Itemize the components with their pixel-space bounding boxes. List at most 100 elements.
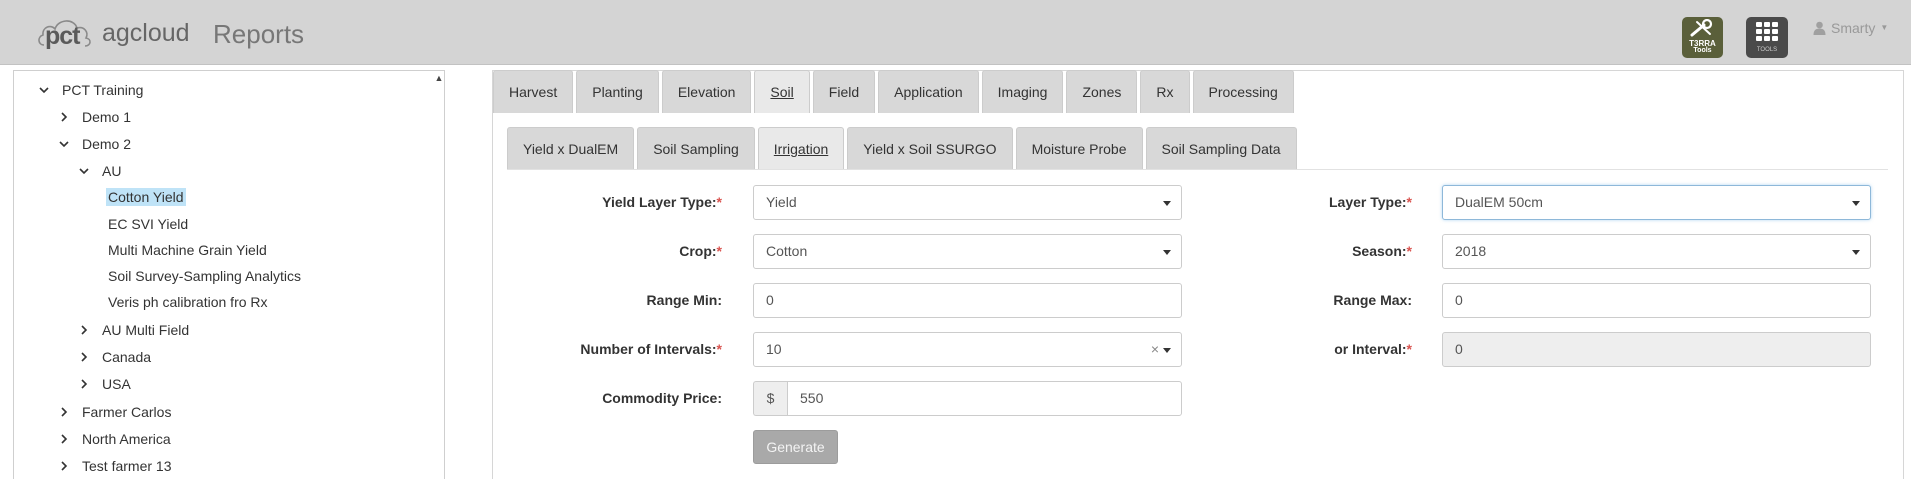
tab-imaging[interactable]: Imaging <box>981 70 1064 113</box>
tree-node-au-multi-field[interactable]: AU Multi Field <box>78 321 189 339</box>
tree-node-pct-training[interactable]: PCT Training <box>38 81 143 99</box>
commodity-price-input[interactable]: 550 <box>787 381 1182 416</box>
label-text: Range Min: <box>646 292 722 308</box>
soil-report-tabs: Yield x DualEM Soil Sampling Irrigation … <box>507 127 1300 170</box>
generate-button[interactable]: Generate <box>753 430 838 464</box>
select-value: 10 <box>766 341 782 357</box>
tab-moisture-probe[interactable]: Moisture Probe <box>1015 127 1143 170</box>
range-max-label: Range Max: <box>1333 291 1412 309</box>
tools-grid-button[interactable]: TOOLS <box>1746 17 1788 58</box>
logo-pct-text: pct <box>45 22 80 50</box>
report-category-tabs: Harvest Planting Elevation Soil Field Ap… <box>493 70 1297 113</box>
select-value: Yield <box>766 194 797 210</box>
select-value: 2018 <box>1455 243 1487 259</box>
tree-leaf-multi-machine-grain-yield[interactable]: Multi Machine Grain Yield <box>108 241 267 259</box>
required-marker: * <box>1406 243 1412 259</box>
layer-type-select[interactable]: DualEM 50cm <box>1442 185 1871 220</box>
range-max-input[interactable]: 0 <box>1442 283 1871 318</box>
tree-node-north-america[interactable]: North America <box>58 430 171 448</box>
tab-soil-sampling[interactable]: Soil Sampling <box>637 127 755 170</box>
tree-node-label: USA <box>102 376 131 392</box>
tab-harvest[interactable]: Harvest <box>493 70 574 113</box>
season-label: Season:* <box>1352 242 1412 260</box>
tab-zones[interactable]: Zones <box>1066 70 1138 113</box>
chevron-right-icon <box>81 352 88 362</box>
tab-yield-x-soil-ssurgo[interactable]: Yield x Soil SSURGO <box>847 127 1013 170</box>
label-text: Range Max: <box>1333 292 1412 308</box>
tab-yield-x-dualem[interactable]: Yield x DualEM <box>507 127 635 170</box>
tab-irrigation[interactable]: Irrigation <box>757 127 845 170</box>
crop-label: Crop:* <box>679 242 722 260</box>
tree-node-demo-2[interactable]: Demo 2 <box>58 135 131 153</box>
caret-down-icon <box>1163 250 1171 255</box>
range-min-input[interactable]: 0 <box>753 283 1182 318</box>
brand-logo[interactable]: pct agcloud <box>36 15 190 51</box>
tab-elevation[interactable]: Elevation <box>661 70 752 113</box>
user-menu[interactable]: Smarty ▼ <box>1813 20 1888 36</box>
tree-node-label: PCT Training <box>62 82 144 98</box>
terra-tools-button[interactable]: T3RRA Tools <box>1682 17 1723 58</box>
required-marker: * <box>1406 194 1412 210</box>
tree-node-label: AU <box>102 163 122 179</box>
layer-type-label: Layer Type:* <box>1329 193 1412 211</box>
tree-node-label: Demo 2 <box>82 136 132 152</box>
logo-agcloud-text: agcloud <box>102 19 190 47</box>
label-text: Yield Layer Type: <box>602 194 717 210</box>
required-marker: * <box>716 194 722 210</box>
tab-soil-sampling-data[interactable]: Soil Sampling Data <box>1145 127 1297 170</box>
caret-down-icon <box>1163 201 1171 206</box>
currency-addon: $ <box>753 381 787 416</box>
clear-icon[interactable]: × <box>1151 333 1159 366</box>
number-of-intervals-select[interactable]: 10 × <box>753 332 1182 367</box>
user-name: Smarty <box>1831 20 1876 36</box>
tab-divider <box>507 169 1888 170</box>
label-text: Season: <box>1352 243 1407 259</box>
required-marker: * <box>716 341 722 357</box>
grid-icon <box>1756 22 1778 42</box>
tree-node-demo-1[interactable]: Demo 1 <box>58 108 131 126</box>
tab-processing[interactable]: Processing <box>1192 70 1294 113</box>
tree-node-label: Demo 1 <box>82 109 132 125</box>
chevron-down-icon <box>79 168 89 175</box>
chevron-right-icon <box>81 379 88 389</box>
page-title: Reports <box>213 19 305 49</box>
caret-down-icon: ▼ <box>1880 23 1889 32</box>
tree-leaf-cotton-yield[interactable]: Cotton Yield <box>106 188 186 206</box>
season-select[interactable]: 2018 <box>1442 234 1871 269</box>
tree-node-usa[interactable]: USA <box>78 375 131 393</box>
tab-soil[interactable]: Soil <box>754 70 810 113</box>
tree-node-canada[interactable]: Canada <box>78 348 151 366</box>
tree-leaf-ec-svi-yield[interactable]: EC SVI Yield <box>108 215 188 233</box>
tools-label: TOOLS <box>1756 47 1778 53</box>
chevron-right-icon <box>61 112 68 122</box>
yield-layer-type-select[interactable]: Yield <box>753 185 1182 220</box>
tree-leaf-soil-survey-sampling-analytics[interactable]: Soil Survey-Sampling Analytics <box>108 267 301 285</box>
commodity-price-label: Commodity Price: <box>602 389 722 407</box>
tab-planting[interactable]: Planting <box>576 70 659 113</box>
tree-node-farmer-carlos[interactable]: Farmer Carlos <box>58 403 171 421</box>
wrench-icon <box>1690 19 1713 37</box>
tree-node-au[interactable]: AU <box>78 162 121 180</box>
label-text: Number of Intervals: <box>580 341 717 357</box>
terra-tools-label-2: Tools <box>1693 47 1712 54</box>
chevron-right-icon <box>61 461 68 471</box>
scroll-up-arrow-icon[interactable]: ▲ <box>433 70 445 86</box>
chevron-right-icon <box>61 434 68 444</box>
label-text: Crop: <box>679 243 717 259</box>
tree-leaf-veris-ph-calibration[interactable]: Veris ph calibration fro Rx <box>108 293 268 311</box>
crop-select[interactable]: Cotton <box>753 234 1182 269</box>
label-text: or Interval: <box>1334 341 1407 357</box>
select-value: DualEM 50cm <box>1455 194 1543 210</box>
tab-application[interactable]: Application <box>878 70 979 113</box>
range-min-label: Range Min: <box>647 291 722 309</box>
tab-field[interactable]: Field <box>812 70 876 113</box>
top-navbar: pct agcloud Reports T3RRA Tools TOOLS Sm… <box>0 0 1911 65</box>
or-interval-label: or Interval:* <box>1334 340 1412 358</box>
tree-node-test-farmer-13[interactable]: Test farmer 13 <box>58 457 171 475</box>
tab-rx[interactable]: Rx <box>1140 70 1190 113</box>
select-value: Cotton <box>766 243 808 259</box>
chevron-right-icon <box>61 407 68 417</box>
required-marker: * <box>1406 341 1412 357</box>
yield-layer-type-label: Yield Layer Type:* <box>602 193 722 211</box>
tree-node-label: Canada <box>102 349 152 365</box>
